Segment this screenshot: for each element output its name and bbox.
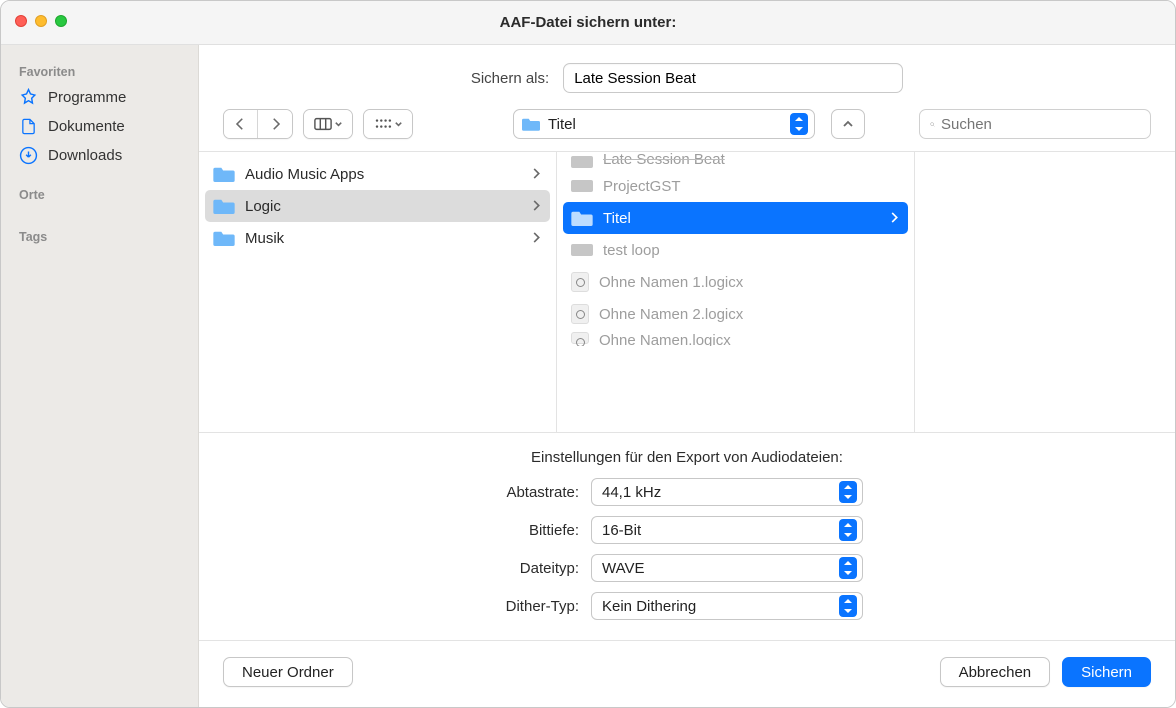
- document-icon: [19, 117, 38, 136]
- logic-file-icon: [571, 304, 589, 324]
- project-icon: [571, 156, 593, 168]
- row-label: Logic: [245, 198, 281, 215]
- file-row[interactable]: Ohne Namen 1.logicx: [563, 266, 908, 298]
- sidebar-item-downloads[interactable]: Downloads: [1, 141, 198, 170]
- row-label: test loop: [603, 242, 660, 259]
- location-popup[interactable]: Titel: [513, 109, 815, 139]
- dither-type-label: Dither-Typ:: [299, 598, 579, 615]
- file-type-popup[interactable]: WAVE: [591, 554, 863, 582]
- nav-back-button[interactable]: [224, 110, 258, 138]
- row-label: Audio Music Apps: [245, 166, 364, 183]
- minimize-window-button[interactable]: [35, 15, 47, 27]
- stepper-icon: [839, 557, 857, 579]
- cancel-button[interactable]: Abbrechen: [940, 657, 1051, 687]
- row-label: Ohne Namen 1.logicx: [599, 274, 743, 291]
- search-input[interactable]: [941, 116, 1140, 133]
- window-controls: [15, 15, 67, 27]
- stepper-icon: [839, 595, 857, 617]
- file-type-label: Dateityp:: [299, 560, 579, 577]
- folder-row[interactable]: Titel: [563, 202, 908, 234]
- browser-column-2: Late Session Beat ProjectGST Titel test …: [557, 152, 915, 432]
- file-browser: Audio Music Apps Logic Musik: [199, 151, 1175, 432]
- close-window-button[interactable]: [15, 15, 27, 27]
- sidebar-section-tags: Tags: [1, 224, 198, 248]
- save-as-label: Sichern als:: [471, 70, 549, 87]
- sidebar: Favoriten Programme Dokumente Downloads …: [1, 45, 199, 707]
- save-dialog-window: AAF-Datei sichern unter: Favoriten Progr…: [0, 0, 1176, 708]
- file-row[interactable]: ProjectGST: [563, 170, 908, 202]
- main-panel: Sichern als:: [199, 45, 1175, 707]
- sample-rate-label: Abtastrate:: [299, 484, 579, 501]
- row-label: Titel: [603, 210, 631, 227]
- dialog-footer: Neuer Ordner Abbrechen Sichern: [199, 640, 1175, 707]
- file-row[interactable]: test loop: [563, 234, 908, 266]
- chevron-right-icon: [532, 198, 540, 215]
- popup-value: 44,1 kHz: [602, 484, 859, 501]
- view-options-button[interactable]: [363, 109, 413, 139]
- sidebar-section-locations: Orte: [1, 182, 198, 206]
- folder-row[interactable]: Logic: [205, 190, 550, 222]
- logic-file-icon: [571, 272, 589, 292]
- row-label: Late Session Beat: [603, 152, 725, 168]
- folder-icon: [522, 117, 540, 131]
- popup-value: Kein Dithering: [602, 598, 859, 615]
- stepper-icon: [839, 519, 857, 541]
- folder-row[interactable]: Musik: [205, 222, 550, 254]
- location-label: Titel: [548, 116, 782, 133]
- popup-value: 16-Bit: [602, 522, 859, 539]
- row-label: Ohne Namen 2.logicx: [599, 306, 743, 323]
- collapse-button[interactable]: [831, 109, 865, 139]
- browser-column-3: [915, 152, 1175, 432]
- sidebar-section-favorites: Favoriten: [1, 59, 198, 83]
- file-row-partial[interactable]: Ohne Namen.logicx: [563, 330, 908, 346]
- applications-icon: [19, 88, 38, 107]
- save-as-row: Sichern als:: [199, 45, 1175, 103]
- folder-icon: [571, 210, 593, 226]
- sidebar-item-applications[interactable]: Programme: [1, 83, 198, 112]
- chevron-right-icon: [532, 166, 540, 183]
- folder-row[interactable]: Audio Music Apps: [205, 158, 550, 190]
- project-icon: [571, 244, 593, 256]
- browser-column-1: Audio Music Apps Logic Musik: [199, 152, 557, 432]
- folder-icon: [213, 166, 235, 182]
- nav-back-forward: [223, 109, 293, 139]
- downloads-icon: [19, 146, 38, 165]
- new-folder-button[interactable]: Neuer Ordner: [223, 657, 353, 687]
- sidebar-item-documents[interactable]: Dokumente: [1, 112, 198, 141]
- sidebar-item-label: Programme: [48, 89, 126, 106]
- popup-value: WAVE: [602, 560, 859, 577]
- view-mode-columns[interactable]: [303, 109, 353, 139]
- save-button[interactable]: Sichern: [1062, 657, 1151, 687]
- folder-icon: [213, 198, 235, 214]
- save-as-input[interactable]: [563, 63, 903, 93]
- stepper-icon: [790, 113, 808, 135]
- row-label: ProjectGST: [603, 178, 681, 195]
- dither-type-popup[interactable]: Kein Dithering: [591, 592, 863, 620]
- bit-depth-popup[interactable]: 16-Bit: [591, 516, 863, 544]
- search-field[interactable]: [919, 109, 1151, 139]
- logic-file-icon: [571, 332, 589, 344]
- chevron-right-icon: [890, 210, 898, 227]
- file-row-partial[interactable]: Late Session Beat: [563, 152, 908, 170]
- stepper-icon: [839, 481, 857, 503]
- row-label: Musik: [245, 230, 284, 247]
- file-row[interactable]: Ohne Namen 2.logicx: [563, 298, 908, 330]
- search-icon: [930, 117, 935, 132]
- nav-forward-button[interactable]: [258, 110, 292, 138]
- project-icon: [571, 180, 593, 192]
- bit-depth-label: Bittiefe:: [299, 522, 579, 539]
- settings-title: Einstellungen für den Export von Audioda…: [199, 449, 1175, 466]
- sidebar-item-label: Downloads: [48, 147, 122, 164]
- chevron-right-icon: [532, 230, 540, 247]
- sidebar-item-label: Dokumente: [48, 118, 125, 135]
- browser-toolbar: Titel: [199, 103, 1175, 151]
- export-settings: Einstellungen für den Export von Audioda…: [199, 432, 1175, 640]
- zoom-window-button[interactable]: [55, 15, 67, 27]
- sample-rate-popup[interactable]: 44,1 kHz: [591, 478, 863, 506]
- titlebar: AAF-Datei sichern unter:: [1, 1, 1175, 45]
- folder-icon: [213, 230, 235, 246]
- row-label: Ohne Namen.logicx: [599, 332, 731, 346]
- window-title: AAF-Datei sichern unter:: [500, 14, 677, 31]
